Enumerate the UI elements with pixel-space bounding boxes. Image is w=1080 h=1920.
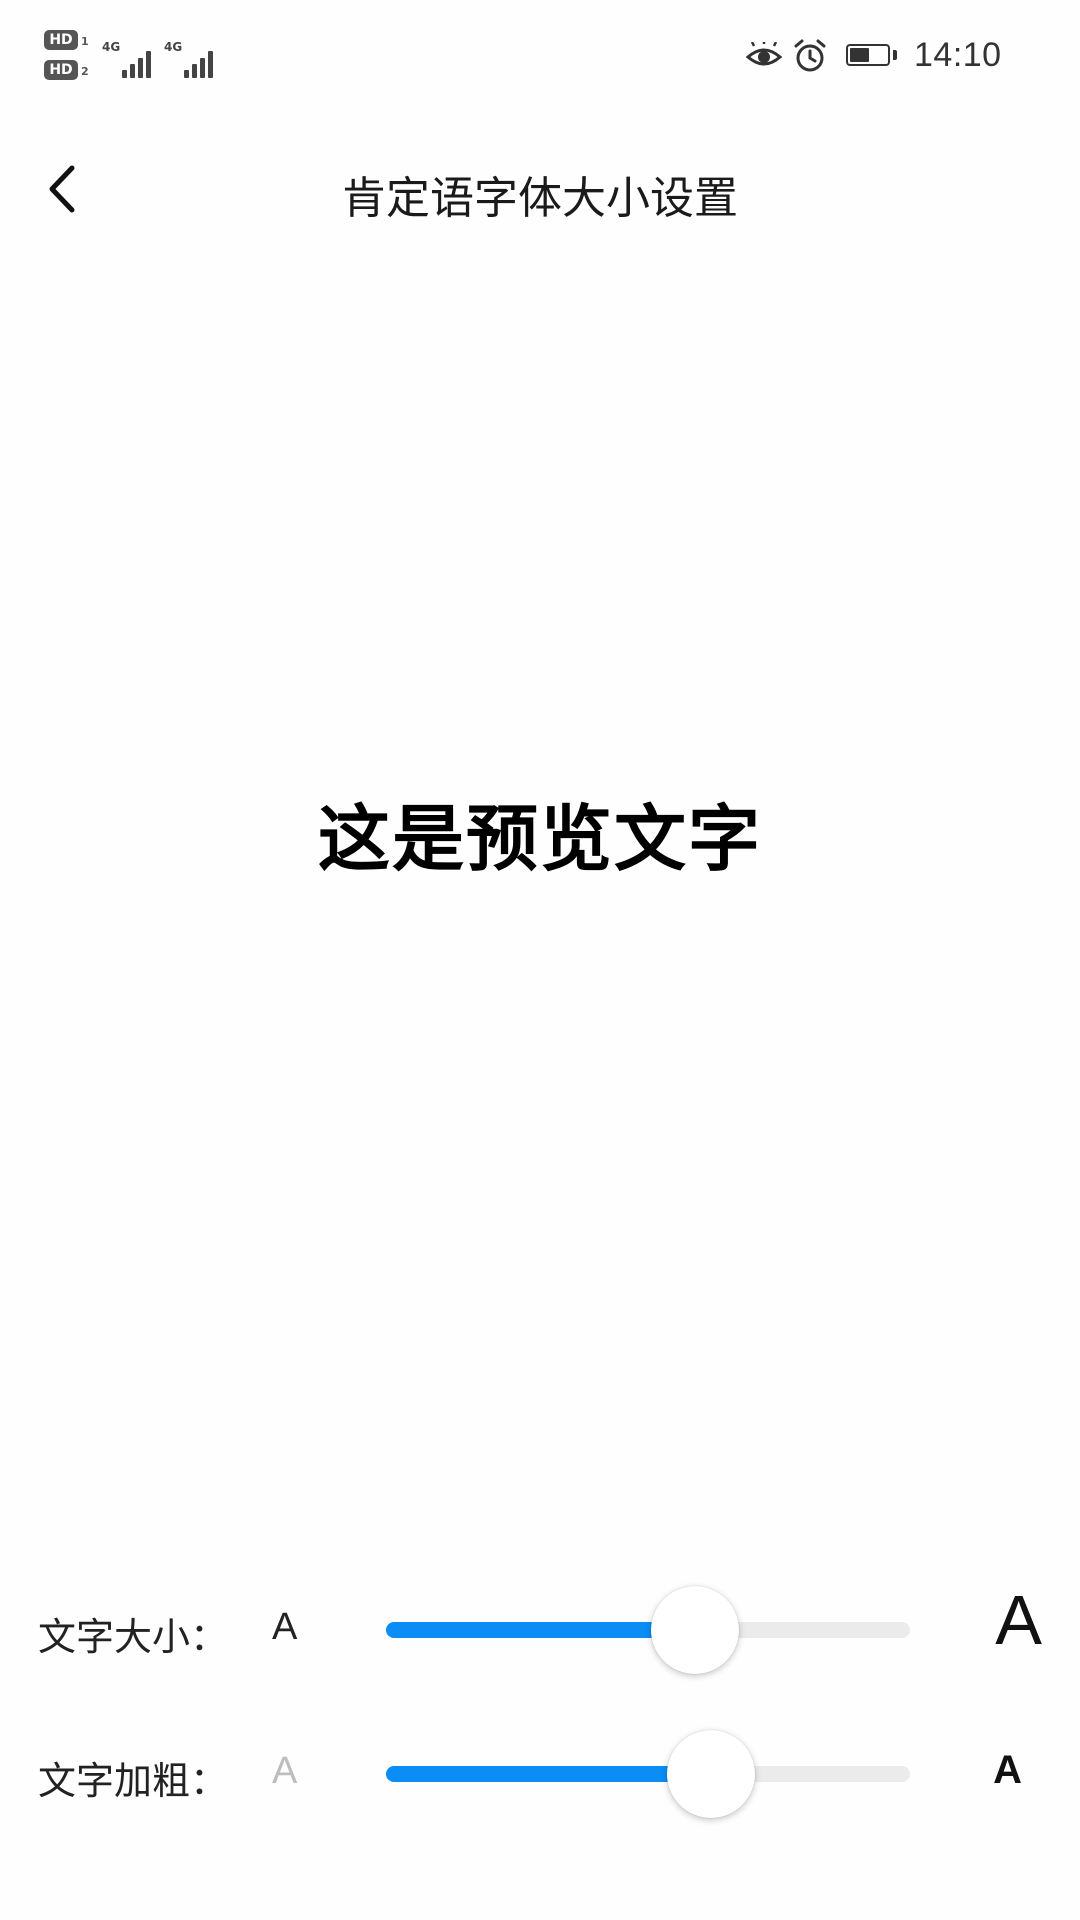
status-left: HD 1 HD 2 4G 4G	[44, 30, 234, 94]
battery-level	[850, 48, 870, 62]
alarm-icon	[794, 39, 826, 72]
hd-voice-icon: HD	[44, 30, 78, 50]
font-size-slider-thumb[interactable]	[651, 1586, 740, 1674]
font-size-slider[interactable]	[386, 1586, 910, 1674]
status-right: 14:10	[746, 36, 1036, 82]
font-size-label: 文字大小：	[38, 1615, 229, 1659]
status-time: 14:10	[914, 36, 1002, 74]
hd-voice-icon-2: HD	[44, 60, 78, 80]
font-weight-slider-thumb[interactable]	[666, 1730, 755, 1818]
network-type-1: 4G	[102, 40, 121, 54]
font-weight-row: 文字加粗： A A	[0, 1724, 1080, 1824]
font-weight-slider-fill	[386, 1766, 711, 1782]
font-size-row: 文字大小： A A	[0, 1580, 1080, 1680]
page-title: 肯定语字体大小设置	[342, 173, 738, 224]
font-weight-min-icon: A	[272, 1750, 298, 1792]
status-bar: HD 1 HD 2 4G 4G 14:10	[0, 0, 1080, 110]
signal-1-icon	[122, 46, 162, 78]
font-size-slider-fill	[386, 1622, 696, 1638]
font-weight-label: 文字加粗：	[38, 1759, 229, 1803]
screen: HD 1 HD 2 4G 4G 14:10 肯定语字体大小设置 这是预览文字 文…	[0, 0, 1080, 1920]
nav-bar: 肯定语字体大小设置	[0, 140, 1080, 250]
font-weight-max-icon: A	[993, 1748, 1022, 1792]
preview-text: 这是预览文字	[317, 797, 762, 881]
sim1-label: 1	[81, 35, 89, 48]
font-size-min-icon: A	[272, 1606, 298, 1648]
battery-icon	[846, 44, 890, 66]
network-type-2: 4G	[164, 40, 183, 54]
eye-comfort-icon	[746, 42, 782, 66]
font-size-max-icon: A	[995, 1581, 1042, 1659]
signal-2-icon	[184, 46, 224, 78]
font-weight-slider[interactable]	[386, 1730, 910, 1818]
battery-tip	[893, 50, 897, 60]
sim2-label: 2	[81, 65, 89, 78]
